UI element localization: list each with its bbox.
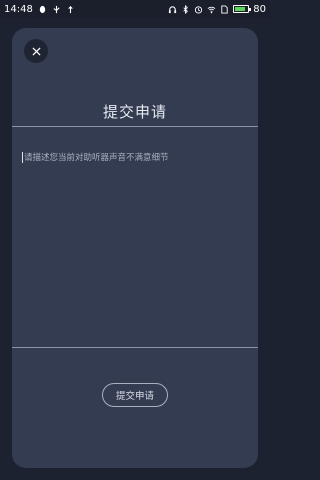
battery-level: 80 — [253, 3, 266, 15]
alarm-icon — [195, 5, 203, 14]
status-bar: 14:48 80 — [0, 0, 270, 18]
status-right: 80 — [168, 4, 266, 15]
sim-icon — [221, 4, 228, 14]
qq-icon — [39, 5, 46, 13]
status-left: 14:48 — [4, 4, 75, 15]
divider-top — [12, 126, 258, 127]
submit-button[interactable]: 提交申请 — [102, 383, 168, 407]
bluetooth-icon — [183, 4, 189, 14]
battery-icon — [233, 5, 252, 13]
share-icon — [68, 5, 73, 13]
close-icon — [31, 46, 41, 56]
dialog-title: 提交申请 — [102, 103, 167, 121]
description-input[interactable]: 请描述您当前对助听器声音不满意细节 — [22, 152, 248, 332]
text-caret — [22, 152, 23, 163]
headphones-icon — [169, 5, 177, 13]
wifi-icon — [207, 6, 216, 13]
battery-fill — [235, 7, 246, 11]
submit-dialog: 提交申请 请描述您当前对助听器声音不满意细节 提交申请 — [12, 28, 258, 468]
divider-bottom — [12, 347, 258, 348]
description-placeholder: 请描述您当前对助听器声音不满意细节 — [24, 153, 169, 163]
usb-icon — [53, 5, 60, 13]
status-time: 14:48 — [4, 3, 33, 15]
close-button[interactable] — [24, 39, 48, 63]
